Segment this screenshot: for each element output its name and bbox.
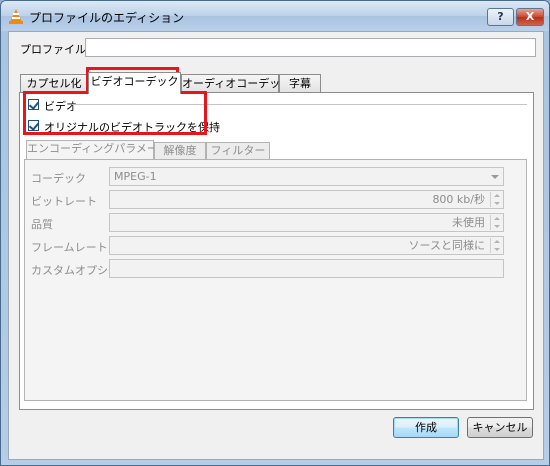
tab-video-codec[interactable]: ビデオコーデック xyxy=(88,72,181,94)
separator xyxy=(72,104,527,105)
subtab-encoding-params[interactable]: エンコーディングパラメーター xyxy=(26,140,180,159)
create-button[interactable]: 作成 xyxy=(393,417,459,438)
tab-audio-codec[interactable]: オーディオコーデック xyxy=(181,74,291,93)
framerate-value: ソースと同様に xyxy=(408,239,485,252)
encoding-params-panel: コーデック MPEG-1 ビットレート 800 kb/秒 品質 未使用 フレーム… xyxy=(24,159,527,401)
framerate-spinbox[interactable]: ソースと同様に xyxy=(109,236,504,255)
title-bar[interactable]: プロファイルのエディション ? X xyxy=(1,1,549,31)
quality-spinbox[interactable]: 未使用 xyxy=(109,213,504,232)
keep-original-track-checkbox[interactable] xyxy=(28,120,39,131)
vlc-cone-icon xyxy=(9,9,23,24)
framerate-label: フレームレート xyxy=(31,241,108,254)
window-title: プロファイルのエディション xyxy=(29,11,185,25)
profile-name-input[interactable] xyxy=(85,38,536,57)
codec-label: コーデック xyxy=(31,172,86,185)
custom-options-input[interactable] xyxy=(109,259,504,278)
quality-value: 未使用 xyxy=(452,216,485,229)
video-checkbox-label: ビデオ xyxy=(44,100,77,113)
keep-original-track-label: オリジナルのビデオトラックを保持 xyxy=(44,121,220,134)
dialog-client-area: プロファイル名 カプセル化 ビデオコーデック オーディオコーデック 字幕 ビデオ… xyxy=(8,31,544,460)
video-codec-panel: ビデオ オリジナルのビデオトラックを保持 エンコーディングパラメーター 解像度 … xyxy=(19,92,534,410)
subtab-filters[interactable]: フィルター xyxy=(206,142,270,159)
quality-label: 品質 xyxy=(31,218,53,231)
codec-value: MPEG-1 xyxy=(114,170,157,183)
spinner-arrows-icon xyxy=(490,192,502,207)
video-checkbox[interactable] xyxy=(28,99,39,110)
spinner-arrows-icon xyxy=(490,215,502,230)
profile-editor-window: プロファイルのエディション ? X プロファイル名 カプセル化 ビデオコーデック… xyxy=(0,0,550,466)
bitrate-label: ビットレート xyxy=(31,195,97,208)
tab-encapsulation[interactable]: カプセル化 xyxy=(20,74,88,93)
cancel-button[interactable]: キャンセル xyxy=(467,417,533,438)
spinner-arrows-icon xyxy=(490,238,502,253)
bitrate-value: 800 kb/秒 xyxy=(432,193,485,206)
chevron-down-icon xyxy=(491,175,499,179)
bitrate-spinbox[interactable]: 800 kb/秒 xyxy=(109,190,504,209)
tab-subtitles[interactable]: 字幕 xyxy=(279,74,321,93)
codec-select[interactable]: MPEG-1 xyxy=(109,167,504,186)
close-button[interactable]: X xyxy=(516,8,544,26)
help-button[interactable]: ? xyxy=(487,8,514,26)
subtab-resolution[interactable]: 解像度 xyxy=(154,142,206,159)
